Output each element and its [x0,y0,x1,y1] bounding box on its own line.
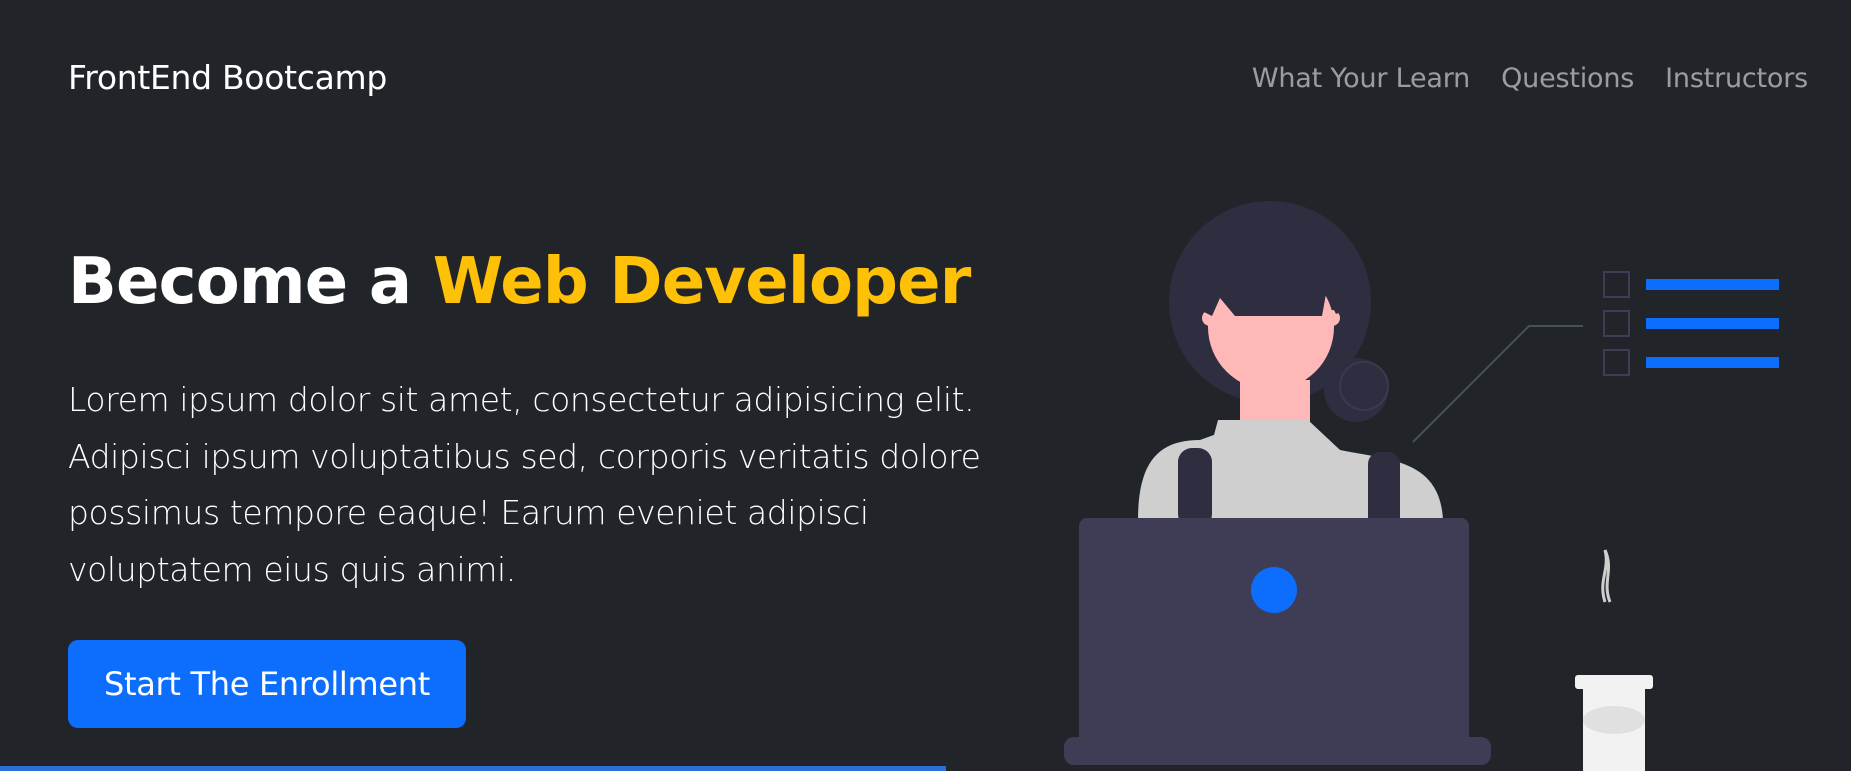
laptop-icon [1064,518,1491,765]
coffee-cup-icon [1575,549,1653,771]
nav-link-what-you-learn[interactable]: What Your Learn [1252,63,1470,94]
lead-line: voluptatem eius quis animi. [68,549,516,589]
lead-line: Adipisci ipsum voluptatibus sed, corpori… [68,436,981,476]
navbar: FrontEnd Bootcamp What Your Learn Questi… [0,0,1851,164]
nav-link-questions[interactable]: Questions [1501,63,1634,94]
start-enrollment-button[interactable]: Start The Enrollment [68,640,466,728]
hero-lead: Lorem ipsum dolor sit amet, consectetur … [68,372,981,598]
headline-highlight: Web Developer [432,245,972,319]
pointer-line [1412,325,1583,443]
lead-line: possimus tempore eaque! Earum eveniet ad… [68,493,869,532]
headline-start: Become a [68,245,433,319]
nav-link-instructors[interactable]: Instructors [1665,63,1808,94]
checklist-icon [1603,271,1779,376]
page: FrontEnd Bootcamp What Your Learn Questi… [0,0,1851,771]
nav-links: What Your Learn Questions Instructors [1252,63,1808,94]
woman-at-laptop-illustration [1064,201,1779,771]
bottom-accent-strip [0,766,946,771]
lead-line: Lorem ipsum dolor sit amet, consectetur … [68,380,975,419]
brand-link[interactable]: FrontEnd Bootcamp [68,58,387,97]
person-figure [1138,201,1443,532]
hero-headline: Become a Web Developer [68,245,972,320]
